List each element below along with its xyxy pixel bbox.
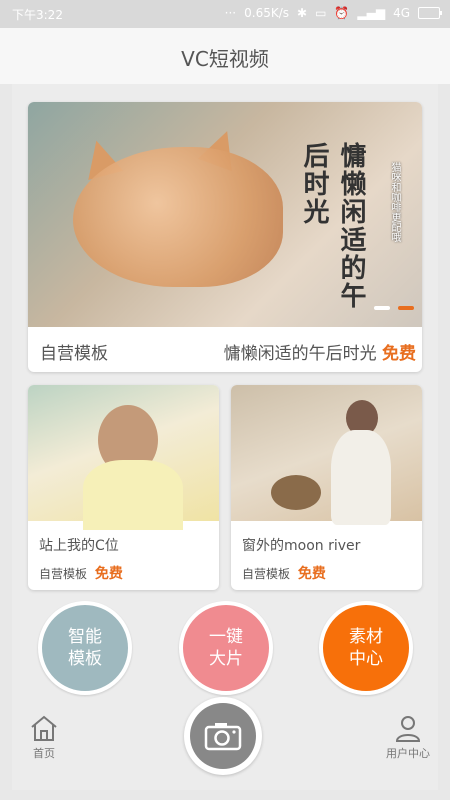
- camera-button[interactable]: [184, 697, 262, 775]
- portrait-body: [331, 430, 391, 525]
- hero-image-subtitle: 猫咪和咖啡更配哦: [389, 162, 400, 242]
- template-card[interactable]: 站上我的C位 自营模板 免费: [28, 385, 219, 590]
- template-title: 站上我的C位: [39, 538, 119, 554]
- nav-user-center[interactable]: 用户中心: [378, 714, 438, 761]
- template-meta: 自营模板 免费: [39, 563, 123, 583]
- hero-banner-card[interactable]: 慵懒闲适的午后时光 猫咪和咖啡更配哦 自营模板 慵懒闲适的午后时光 免费: [28, 102, 422, 372]
- hero-title: 慵懒闲适的午后时光: [223, 344, 377, 364]
- template-thumbnail[interactable]: [28, 385, 219, 530]
- smart-template-line1: 智能: [68, 627, 102, 647]
- hero-title-price: 慵懒闲适的午后时光 免费: [224, 339, 416, 364]
- material-center-line2: 中心: [349, 649, 383, 669]
- one-click-line2: 大片: [209, 649, 243, 669]
- carousel-dot-active[interactable]: [398, 306, 414, 310]
- signal-icon: ▂▄▆: [357, 6, 386, 20]
- template-price: 免费: [297, 566, 326, 582]
- carousel-indicator[interactable]: [374, 306, 414, 310]
- main-content: 慵懒闲适的午后时光 猫咪和咖啡更配哦 自营模板 慵懒闲适的午后时光 免费 站上我…: [12, 84, 438, 790]
- home-icon: [31, 715, 57, 741]
- vibrate-icon: ▭: [315, 6, 327, 20]
- hero-category-label: 自营模板: [40, 344, 108, 364]
- template-category: 自营模板: [39, 567, 88, 581]
- hero-banner-image[interactable]: 慵懒闲适的午后时光 猫咪和咖啡更配哦: [28, 102, 422, 327]
- alarm-icon: ⏰: [334, 6, 350, 20]
- one-click-line1: 一键: [209, 627, 243, 647]
- status-indicators: ··· 0.65K/s ✱ ▭ ⏰ ▂▄▆ 4G: [224, 6, 442, 20]
- page-title: VC短视频: [181, 47, 269, 71]
- camera-icon: [204, 723, 242, 751]
- network-type: 4G: [393, 6, 410, 20]
- nav-home-label: 首页: [33, 747, 55, 760]
- camera-button-inner: [190, 703, 256, 769]
- status-bar: 下午3:22 ··· 0.65K/s ✱ ▭ ⏰ ▂▄▆ 4G: [0, 0, 450, 28]
- hero-image-title: 慵懒闲适的午后时光: [299, 142, 366, 310]
- one-click-blockbuster-button[interactable]: 一键 大片: [179, 601, 273, 695]
- material-center-button[interactable]: 素材 中心: [319, 601, 413, 695]
- template-meta: 自营模板 免费: [242, 563, 326, 583]
- app-bar: VC短视频: [0, 28, 450, 84]
- template-thumbnail[interactable]: [231, 385, 422, 525]
- dots-icon: ···: [224, 6, 237, 20]
- template-price: 免费: [94, 566, 123, 582]
- nav-user-label: 用户中心: [386, 747, 430, 760]
- portrait-body: [83, 460, 183, 530]
- user-icon: [395, 716, 421, 742]
- smart-template-line2: 模板: [68, 649, 102, 669]
- hero-footer: 自营模板 慵懒闲适的午后时光 免费: [28, 327, 422, 372]
- network-speed: 0.65K/s: [244, 6, 290, 20]
- battery-icon: [418, 7, 442, 19]
- material-center-line1: 素材: [349, 627, 383, 647]
- hero-price: 免费: [382, 344, 416, 364]
- template-card[interactable]: 窗外的moon river 自营模板 免费: [231, 385, 422, 590]
- cat-illustration: [73, 147, 283, 287]
- bluetooth-icon: ✱: [297, 6, 308, 20]
- template-title: 窗外的moon river: [242, 538, 361, 554]
- carousel-dot[interactable]: [374, 306, 390, 310]
- dog-figure: [271, 475, 321, 510]
- template-category: 自营模板: [242, 567, 291, 581]
- nav-home[interactable]: 首页: [14, 714, 74, 761]
- smart-template-button[interactable]: 智能 模板: [38, 601, 132, 695]
- status-time: 下午3:22: [12, 8, 63, 22]
